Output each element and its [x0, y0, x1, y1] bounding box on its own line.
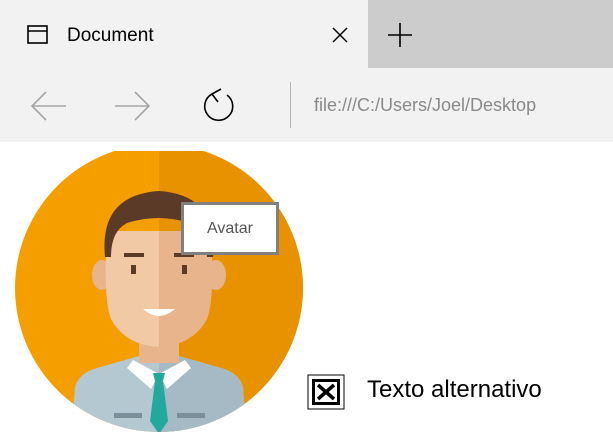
- tab-document[interactable]: Document: [0, 0, 368, 68]
- image-tooltip: Avatar: [181, 202, 279, 255]
- page-icon: [27, 25, 48, 44]
- back-arrow-icon[interactable]: [28, 86, 68, 126]
- tab-strip: Document: [0, 0, 613, 68]
- address-bar[interactable]: file:///C:/Users/Joel/Desktop/index.html: [314, 92, 536, 118]
- refresh-icon[interactable]: [199, 86, 239, 126]
- tab-title: Document: [67, 25, 154, 46]
- broken-image-alt-text: Texto alternativo: [367, 376, 542, 403]
- close-icon[interactable]: [330, 25, 350, 45]
- avatar-image: [15, 151, 303, 432]
- broken-image-icon: [307, 374, 345, 410]
- page-content: Avatar Texto alternativo: [0, 142, 613, 434]
- forward-arrow-icon[interactable]: [113, 86, 153, 126]
- navigation-bar: file:///C:/Users/Joel/Desktop/index.html: [0, 68, 613, 142]
- plus-icon[interactable]: [386, 21, 414, 49]
- toolbar-divider: [290, 82, 291, 128]
